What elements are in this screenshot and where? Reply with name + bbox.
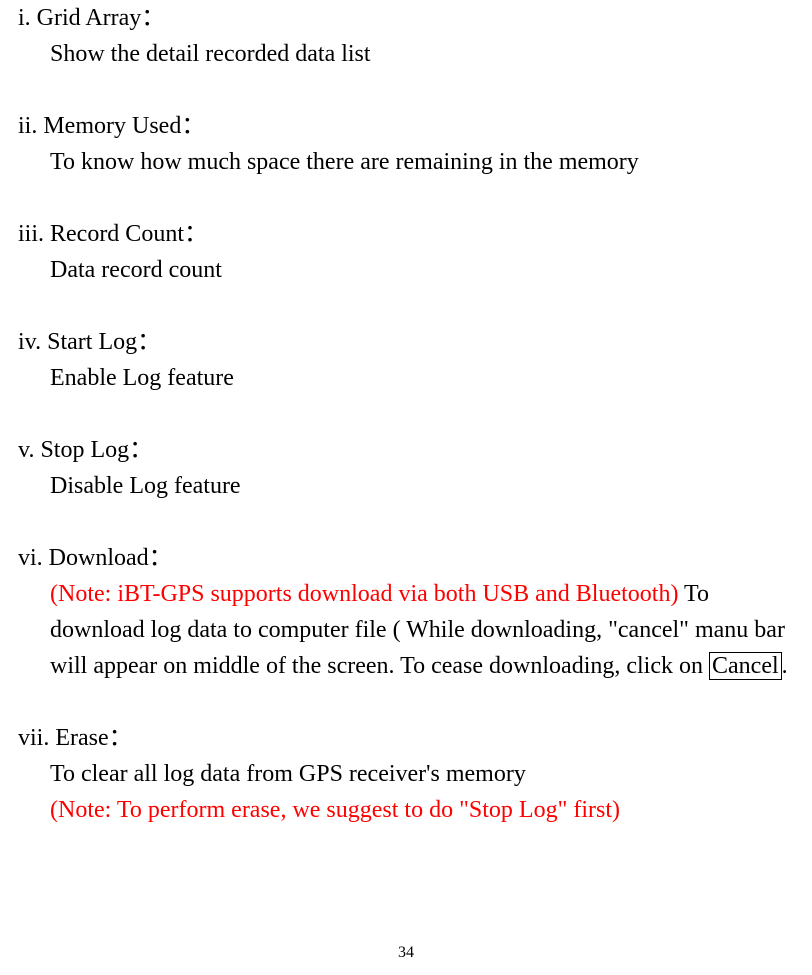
heading-record-count: iii. Record Count： — [18, 216, 792, 252]
heading-download: vi. Download： — [18, 540, 792, 576]
erase-note: (Note: To perform erase, we suggest to d… — [50, 797, 620, 823]
body-erase: To clear all log data from GPS receiver'… — [18, 756, 792, 828]
body-download: (Note: iBT-GPS supports download via bot… — [18, 576, 792, 684]
section-grid-array: i. Grid Array： Show the detail recorded … — [18, 0, 792, 72]
body-memory-used: To know how much space there are remaini… — [18, 144, 792, 180]
section-memory-used: ii. Memory Used： To know how much space … — [18, 108, 792, 180]
body-grid-array: Show the detail recorded data list — [18, 36, 792, 72]
download-text-b: . — [782, 653, 788, 679]
heading-grid-array: i. Grid Array： — [18, 0, 792, 36]
heading-stop-log: v. Stop Log： — [18, 432, 792, 468]
body-stop-log: Disable Log feature — [18, 468, 792, 504]
heading-erase: vii. Erase： — [18, 720, 792, 756]
download-note: (Note: iBT-GPS supports download via bot… — [50, 581, 678, 607]
heading-start-log: iv. Start Log： — [18, 324, 792, 360]
body-start-log: Enable Log feature — [18, 360, 792, 396]
page-number: 34 — [0, 941, 812, 965]
cancel-button-label: Cancel — [709, 652, 782, 680]
section-download: vi. Download： (Note: iBT-GPS supports do… — [18, 540, 792, 684]
section-start-log: iv. Start Log： Enable Log feature — [18, 324, 792, 396]
erase-text: To clear all log data from GPS receiver'… — [50, 761, 526, 787]
section-stop-log: v. Stop Log： Disable Log feature — [18, 432, 792, 504]
body-record-count: Data record count — [18, 252, 792, 288]
section-record-count: iii. Record Count： Data record count — [18, 216, 792, 288]
heading-memory-used: ii. Memory Used： — [18, 108, 792, 144]
section-erase: vii. Erase： To clear all log data from G… — [18, 720, 792, 828]
